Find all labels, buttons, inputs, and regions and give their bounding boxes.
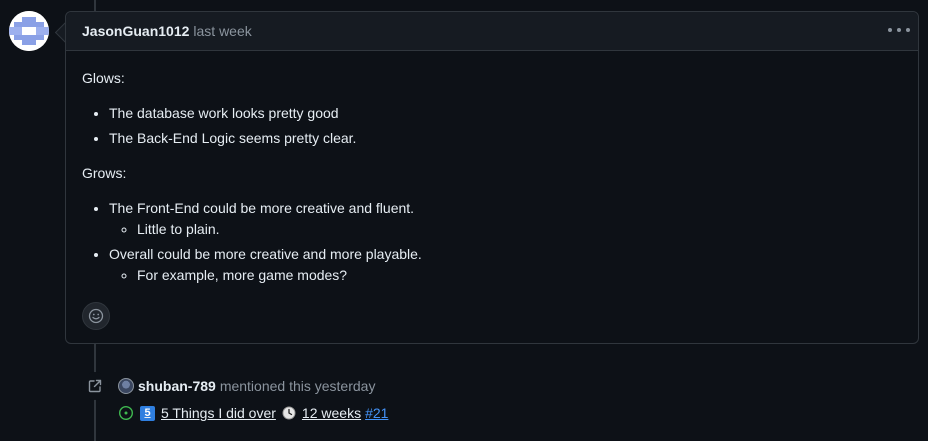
comment-box: JasonGuan1012 last week Glows: The datab… bbox=[65, 11, 919, 344]
mention-event: shuban-789 mentioned this yesterday bbox=[118, 376, 375, 396]
glows-list: The database work looks pretty good The … bbox=[82, 103, 902, 149]
reference-link[interactable]: 5 5 Things I did over 12 weeks bbox=[134, 405, 361, 421]
keycap-five-icon: 5 bbox=[140, 405, 155, 421]
identicon-icon bbox=[9, 11, 49, 51]
glows-heading: Glows: bbox=[82, 70, 125, 86]
list-item: The Front-End could be more creative and… bbox=[109, 198, 902, 240]
list-item-text: Overall could be more creative and more … bbox=[109, 246, 422, 262]
comment-timestamp[interactable]: last week bbox=[193, 23, 251, 39]
list-item-text: The Front-End could be more creative and… bbox=[109, 200, 415, 216]
mention-user[interactable]: shuban-789 bbox=[138, 378, 216, 394]
list-item: The Back-End Logic seems pretty clear. bbox=[109, 128, 902, 149]
cross-reference-icon bbox=[81, 372, 109, 400]
clock-icon bbox=[282, 406, 296, 420]
comment-author[interactable]: JasonGuan1012 bbox=[82, 23, 189, 39]
avatar[interactable] bbox=[9, 11, 49, 51]
mention-text[interactable]: mentioned this yesterday bbox=[220, 378, 376, 394]
grows-heading: Grows: bbox=[82, 165, 127, 181]
reference-title-part2: 12 weeks bbox=[301, 405, 362, 421]
comment-header: JasonGuan1012 last week bbox=[66, 12, 918, 51]
list-item: Overall could be more creative and more … bbox=[109, 244, 902, 286]
avatar[interactable] bbox=[118, 378, 134, 394]
reference-number[interactable]: #21 bbox=[365, 405, 388, 421]
grows-list: The Front-End could be more creative and… bbox=[82, 198, 902, 286]
add-reaction-button[interactable] bbox=[82, 302, 110, 330]
reference-title-part1: 5 Things I did over bbox=[161, 405, 276, 421]
sub-list: Little to plain. bbox=[109, 219, 902, 240]
kebab-horizontal-icon[interactable] bbox=[888, 21, 910, 39]
sub-list: For example, more game modes? bbox=[109, 265, 902, 286]
smiley-icon bbox=[88, 308, 104, 324]
sub-list-item: Little to plain. bbox=[137, 219, 902, 240]
issue-open-icon bbox=[118, 405, 134, 421]
reference-line: 5 5 Things I did over 12 weeks #21 bbox=[118, 403, 388, 423]
sub-list-item: For example, more game modes? bbox=[137, 265, 902, 286]
comment-body: Glows: The database work looks pretty go… bbox=[66, 51, 918, 286]
list-item: The database work looks pretty good bbox=[109, 103, 902, 124]
issue-timeline: JasonGuan1012 last week Glows: The datab… bbox=[0, 0, 928, 441]
